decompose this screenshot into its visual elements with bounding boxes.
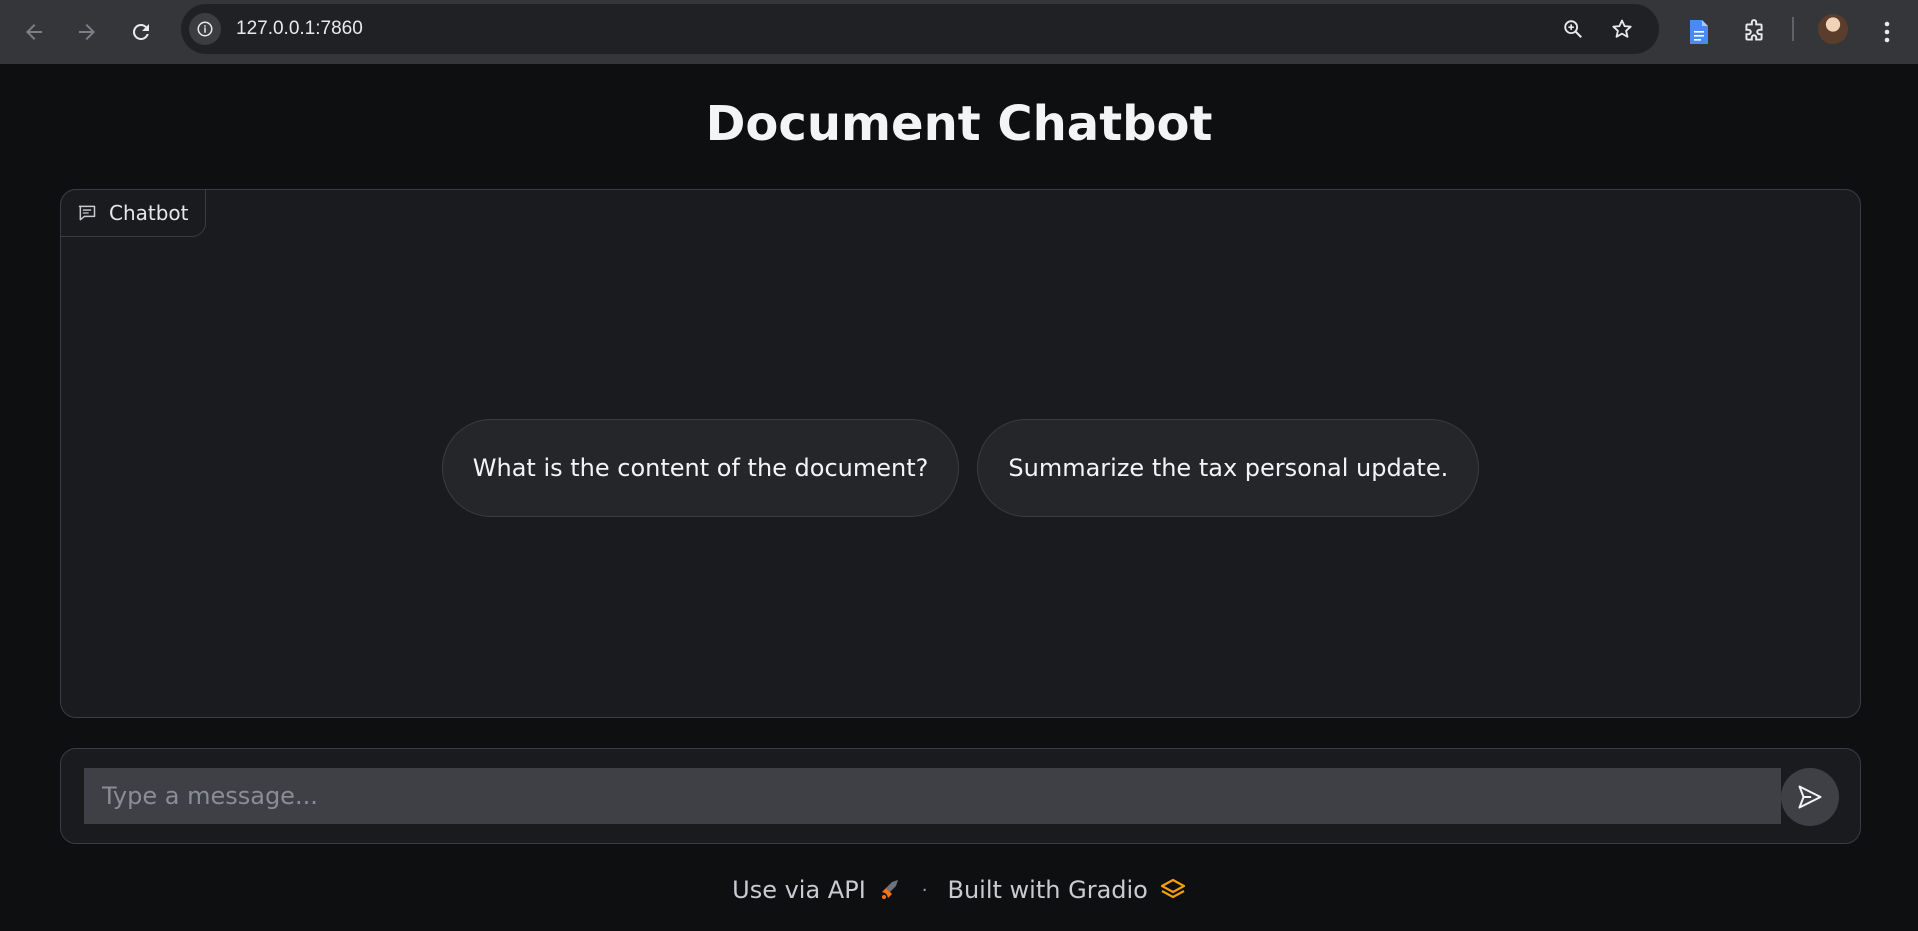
use-via-api-link[interactable]: Use via API — [732, 876, 902, 904]
chat-bubble-icon — [78, 205, 96, 221]
arrow-left-icon — [26, 24, 42, 40]
arrow-right-icon — [79, 24, 95, 40]
site-info-icon[interactable] — [189, 13, 221, 45]
built-with-gradio-label: Built with Gradio — [947, 876, 1148, 904]
more-menu-icon[interactable] — [1871, 16, 1903, 48]
profile-avatar[interactable] — [1818, 14, 1848, 44]
extensions-puzzle-icon[interactable] — [1738, 16, 1770, 48]
browser-toolbar: 127.0.0.1:7860 — [0, 0, 1918, 64]
reload-icon — [132, 23, 149, 40]
chatbot-label: Chatbot — [60, 189, 206, 237]
built-with-gradio-link[interactable]: Built with Gradio — [948, 876, 1186, 904]
message-input-panel — [60, 748, 1861, 844]
gradio-logo-icon — [1160, 878, 1185, 899]
document-extension-icon[interactable] — [1683, 16, 1715, 48]
chatbot-label-text: Chatbot — [109, 201, 189, 225]
message-input[interactable] — [84, 768, 1781, 824]
page-title: Document Chatbot — [705, 96, 1213, 152]
back-button[interactable] — [14, 12, 54, 52]
example-prompt-button[interactable]: What is the content of the document? — [441, 419, 960, 517]
send-button[interactable] — [1781, 768, 1839, 826]
use-via-api-label: Use via API — [732, 876, 866, 904]
rocket-icon — [881, 880, 898, 899]
example-prompt-button[interactable]: Summarize the tax personal update. — [977, 419, 1480, 517]
footer-separator: · — [921, 879, 928, 901]
zoom-icon[interactable] — [1561, 17, 1585, 41]
reload-button[interactable] — [121, 12, 161, 52]
toolbar-divider — [1792, 17, 1794, 41]
address-bar[interactable]: 127.0.0.1:7860 — [181, 4, 1659, 54]
example-prompts: What is the content of the document? Sum… — [61, 419, 1860, 517]
footer: Use via API · Built with Gradio — [0, 876, 1918, 904]
address-url[interactable]: 127.0.0.1:7860 — [236, 4, 363, 54]
forward-button[interactable] — [67, 12, 107, 52]
chatbot-panel: Chatbot What is the content of the docum… — [60, 189, 1861, 718]
bookmark-star-icon[interactable] — [1610, 17, 1634, 41]
send-icon — [1798, 785, 1822, 809]
